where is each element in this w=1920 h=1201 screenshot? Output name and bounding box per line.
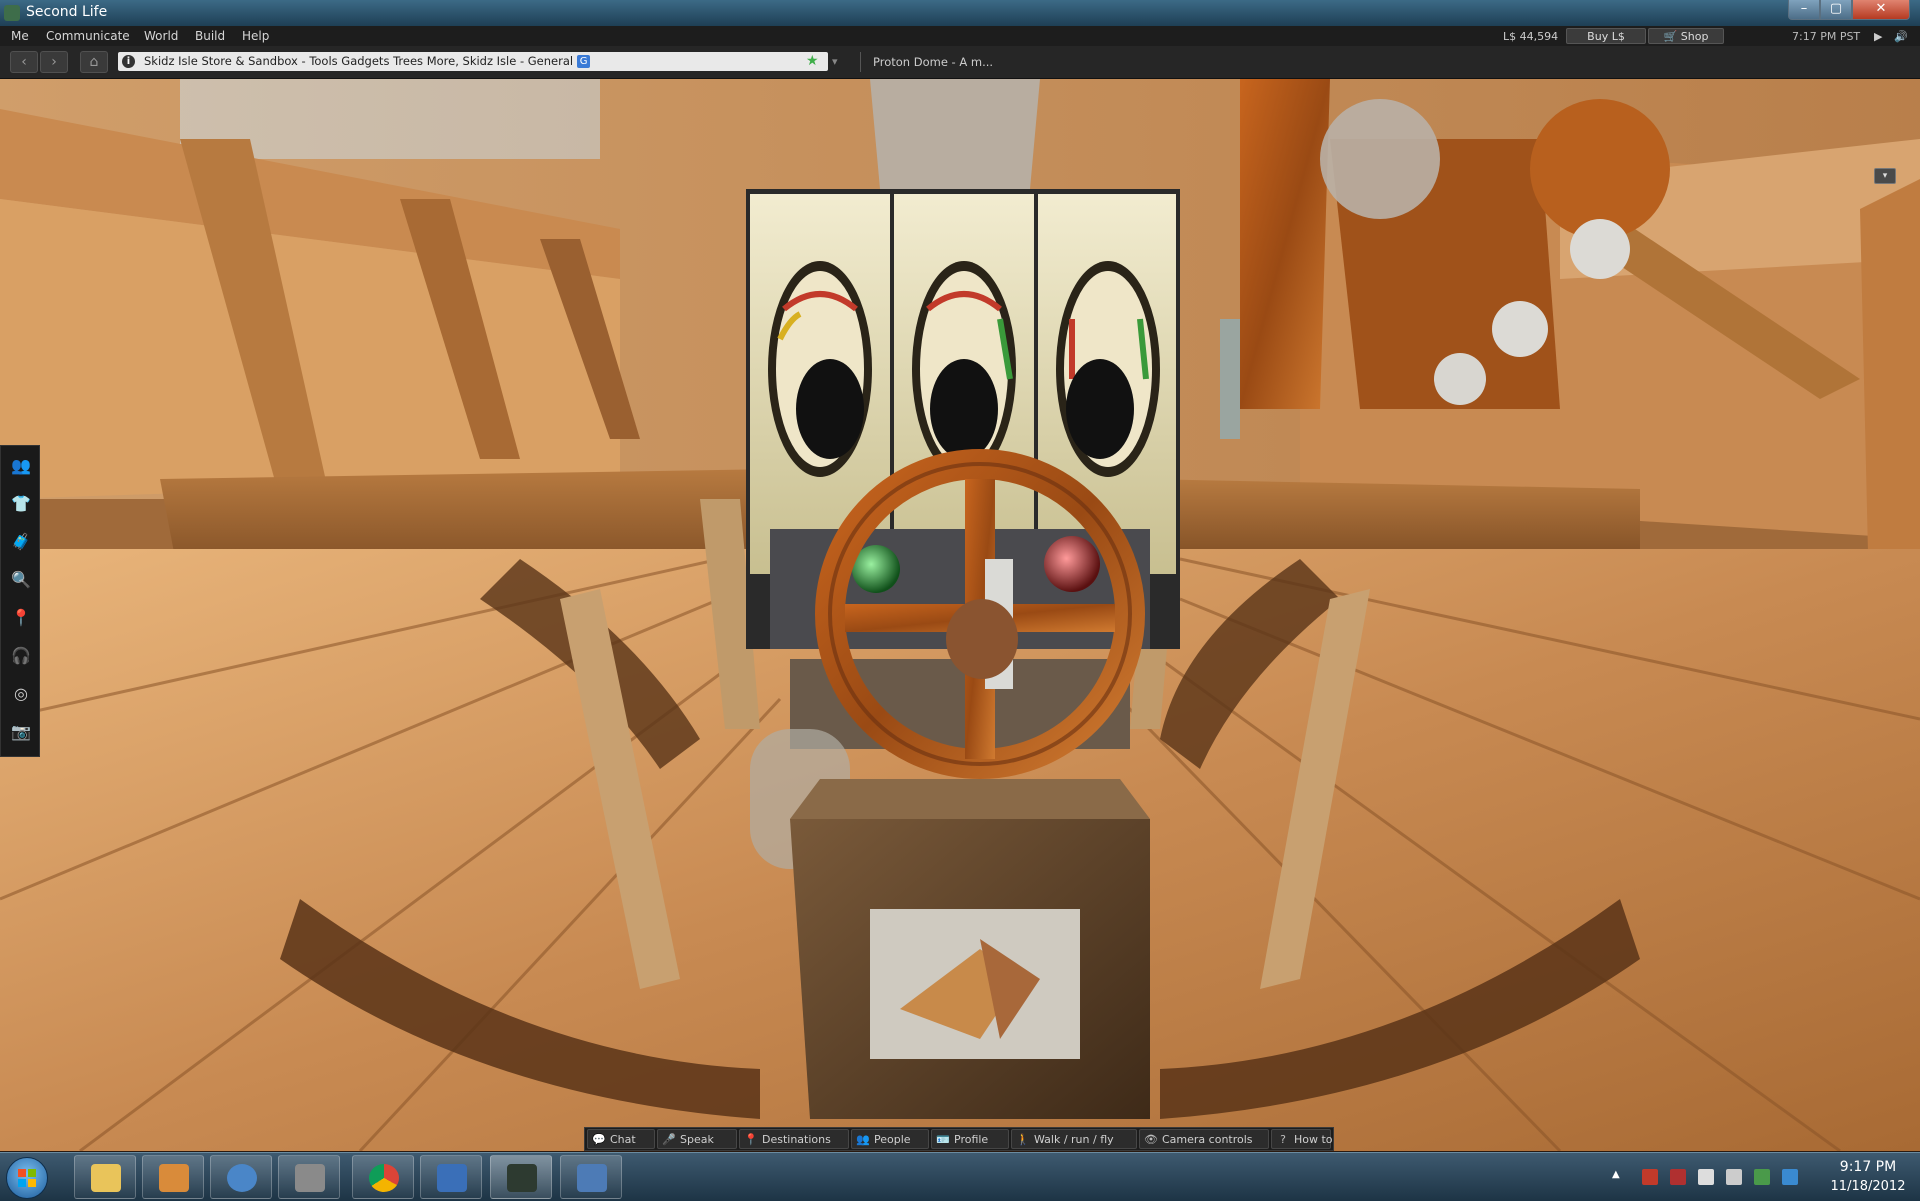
chat-label: Chat <box>610 1133 636 1146</box>
window-icon <box>577 1164 607 1192</box>
search-icon[interactable]: 🔍 <box>5 564 37 596</box>
navigation-bar: ‹ › ⌂ i Skidz Isle Store & Sandbox - Too… <box>0 46 1920 79</box>
speaker-icon[interactable] <box>1726 1169 1742 1185</box>
dropbox-icon[interactable] <box>1782 1169 1798 1185</box>
divider <box>860 52 861 72</box>
volume-icon[interactable]: 🔊 <box>1894 30 1908 43</box>
antivirus-icon[interactable] <box>1670 1169 1686 1185</box>
walk-icon: 🚶 <box>1016 1133 1030 1146</box>
location-input[interactable]: i Skidz Isle Store & Sandbox - Tools Gad… <box>118 52 828 71</box>
drive-sync-icon[interactable] <box>1754 1169 1770 1185</box>
menu-me[interactable]: Me <box>11 29 29 43</box>
places-icon[interactable]: 📍 <box>5 602 37 634</box>
chrome-icon <box>369 1164 399 1192</box>
taskbar-remote-desktop[interactable] <box>420 1155 482 1199</box>
folder-icon <box>91 1164 121 1192</box>
radar-icon[interactable]: ◎ <box>5 678 37 710</box>
start-button[interactable] <box>6 1157 48 1199</box>
microphone-icon: 🎤 <box>662 1133 676 1146</box>
pin-icon: 📍 <box>744 1133 758 1146</box>
walk-run-fly-label: Walk / run / fly <box>1034 1133 1114 1146</box>
destinations-button[interactable]: 📍 Destinations <box>739 1129 849 1149</box>
location-text: Skidz Isle Store & Sandbox - Tools Gadge… <box>144 52 591 71</box>
close-button[interactable]: ✕ <box>1852 0 1910 20</box>
how-to-button[interactable]: ? How to <box>1271 1129 1333 1149</box>
camera-controls-button[interactable]: 👁 Camera controls <box>1139 1129 1269 1149</box>
menu-world[interactable]: World <box>144 29 178 43</box>
menu-communicate[interactable]: Communicate <box>46 29 130 43</box>
action-center-icon[interactable] <box>1642 1169 1658 1185</box>
bottom-toolbar: 💬 Chat 🎤 Speak 📍 Destinations 👥 People 🪪 Prof… <box>584 1127 1334 1151</box>
minimize-view-button[interactable]: ▾ <box>1874 168 1896 184</box>
info-icon[interactable]: i <box>122 55 135 68</box>
world-viewport[interactable]: ▾ <box>0 79 1920 1151</box>
mail-icon <box>227 1164 257 1192</box>
taskbar-chrome[interactable] <box>352 1155 414 1199</box>
taskbar-window[interactable] <box>560 1155 622 1199</box>
window-title: Second Life <box>26 4 108 20</box>
sl-time: 7:17 PM PST <box>1792 30 1861 43</box>
taskbar-thunderbird[interactable] <box>210 1155 272 1199</box>
maturity-badge: G <box>577 55 591 68</box>
profile-icon: 🪪 <box>936 1133 950 1146</box>
voice-icon[interactable]: 🎧 <box>5 640 37 672</box>
forward-button[interactable]: › <box>40 51 68 73</box>
how-to-label: How to <box>1294 1133 1333 1146</box>
back-button[interactable]: ‹ <box>10 51 38 73</box>
people-icon[interactable]: 👥 <box>5 450 37 482</box>
star-icon[interactable]: ★ <box>806 52 819 71</box>
help-icon: ? <box>1280 1133 1286 1146</box>
minimize-button[interactable]: – <box>1788 0 1820 20</box>
window-title-bar: Second Life – ▢ ✕ <box>0 0 1920 26</box>
menu-bar: Me Communicate World Build Help L$ 44,59… <box>0 26 1920 46</box>
appearance-icon[interactable]: 👕 <box>5 488 37 520</box>
menu-build[interactable]: Build <box>195 29 225 43</box>
gimp-icon <box>295 1164 325 1192</box>
windows-logo-icon <box>18 1169 36 1187</box>
eye-icon: 👁 <box>1144 1133 1158 1146</box>
snapshot-icon[interactable]: 📷 <box>5 716 37 748</box>
shop-label: Shop <box>1680 30 1709 43</box>
home-button[interactable]: ⌂ <box>80 51 108 73</box>
second-life-hand-icon <box>507 1164 537 1192</box>
network-icon[interactable] <box>1698 1169 1714 1185</box>
paint-icon <box>159 1164 189 1192</box>
taskbar-second-life[interactable] <box>490 1155 552 1199</box>
taskbar-paint[interactable] <box>142 1155 204 1199</box>
monitor-icon <box>437 1164 467 1192</box>
people-icon: 👥 <box>856 1133 870 1146</box>
buy-currency-button[interactable]: Buy L$ <box>1566 28 1646 44</box>
clock-date[interactable]: 11/18/2012 <box>1822 1179 1914 1194</box>
chat-button[interactable]: 💬 Chat <box>587 1129 655 1149</box>
people-button[interactable]: 👥 People <box>851 1129 929 1149</box>
shop-button[interactable]: 🛒 Shop <box>1648 28 1724 44</box>
scene-render <box>0 79 1920 1151</box>
people-label: People <box>874 1133 911 1146</box>
sidebar-toolbar: 👥 👕 🧳 🔍 📍 🎧 ◎ 📷 <box>0 445 40 757</box>
speak-label: Speak <box>680 1133 714 1146</box>
cart-icon: 🛒 <box>1663 30 1681 43</box>
os-taskbar: ▲ 9:17 PM 11/18/2012 <box>0 1152 1920 1201</box>
camera-controls-label: Camera controls <box>1162 1133 1253 1146</box>
linden-balance[interactable]: L$ 44,594 <box>1503 30 1558 43</box>
chevron-down-icon[interactable]: ▾ <box>832 55 838 68</box>
system-tray: ▲ <box>1606 1153 1816 1201</box>
walk-run-fly-button[interactable]: 🚶 Walk / run / fly <box>1011 1129 1137 1149</box>
speak-button[interactable]: 🎤 Speak <box>657 1129 737 1149</box>
taskbar-gimp[interactable] <box>278 1155 340 1199</box>
inventory-icon[interactable]: 🧳 <box>5 526 37 558</box>
profile-label: Profile <box>954 1133 989 1146</box>
location-name: Skidz Isle Store & Sandbox - Tools Gadge… <box>144 54 574 68</box>
search-input[interactable]: Proton Dome - A m... <box>873 55 993 69</box>
profile-button[interactable]: 🪪 Profile <box>931 1129 1009 1149</box>
chat-icon: 💬 <box>592 1133 606 1146</box>
destinations-label: Destinations <box>762 1133 831 1146</box>
second-life-logo-icon <box>4 5 20 21</box>
chevron-up-icon[interactable]: ▲ <box>1612 1169 1628 1185</box>
maximize-button[interactable]: ▢ <box>1820 0 1852 20</box>
taskbar-explorer[interactable] <box>74 1155 136 1199</box>
media-play-icon[interactable]: ▶ <box>1874 30 1882 43</box>
menu-help[interactable]: Help <box>242 29 269 43</box>
clock-time[interactable]: 9:17 PM <box>1822 1159 1914 1175</box>
